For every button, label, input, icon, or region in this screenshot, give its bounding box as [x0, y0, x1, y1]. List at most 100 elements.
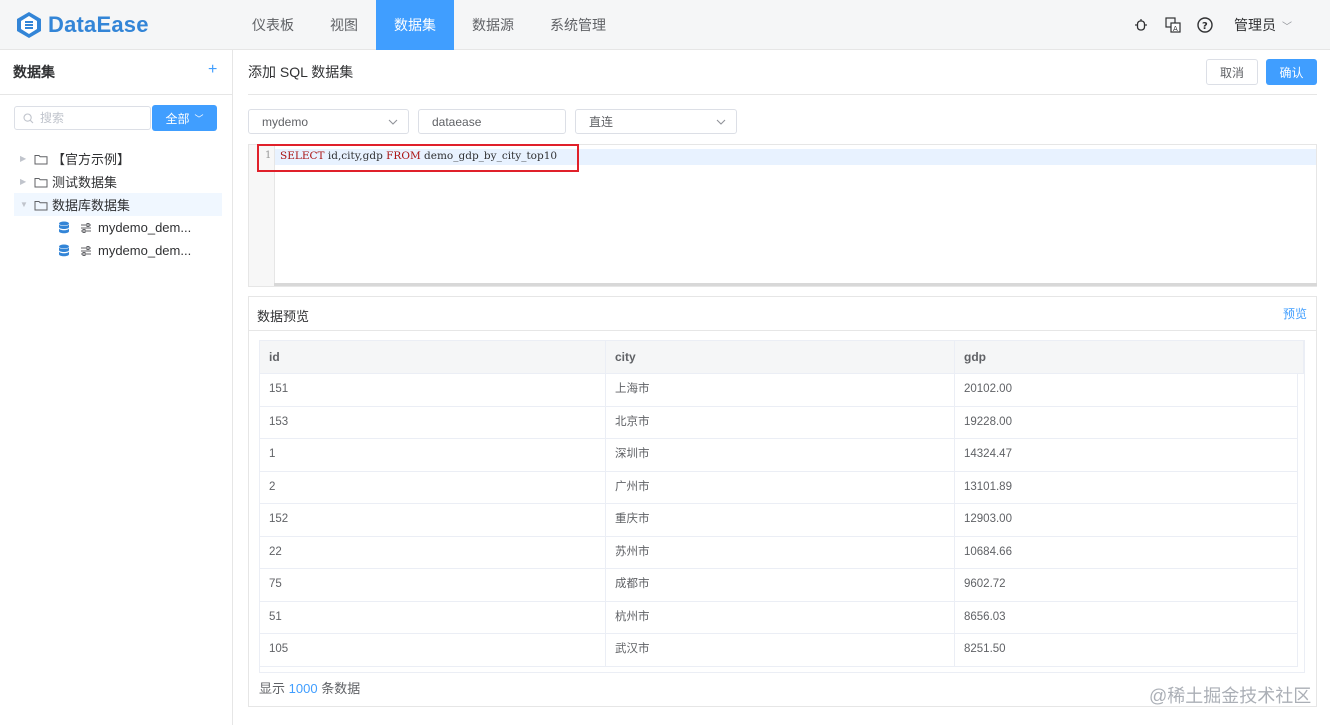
search-input[interactable] — [40, 111, 140, 125]
editor-resize-bar[interactable] — [274, 283, 1317, 286]
preview-button[interactable]: 预览 — [1283, 305, 1307, 322]
datasource-select[interactable]: mydemo — [248, 109, 409, 134]
table-cell: 1 — [260, 439, 606, 471]
add-icon[interactable]: + — [208, 61, 217, 79]
data-preview-panel: 数据预览 预览 id city gdp 151 上海市 20102.00 153 北京市 19… — [248, 296, 1317, 707]
sidebar: 数据集 + 全部 ﹀ ▶ 【官方示例】 ▶ 测试数据集 ▼ 数据库数据集 mydemo_de… — [0, 50, 233, 725]
database-icon — [59, 221, 69, 234]
search-icon — [23, 112, 34, 123]
table-row: 153 北京市 19228.00 — [260, 406, 1298, 439]
table-cell: 13101.89 — [955, 471, 1298, 504]
tree-folder[interactable]: ▶ 测试数据集 — [14, 170, 222, 193]
sidebar-title: 数据集 — [13, 64, 55, 80]
caret-down-icon[interactable]: ▼ — [20, 200, 34, 209]
tree-folder-label: 数据库数据集 — [52, 198, 131, 213]
divider — [249, 330, 1316, 331]
page-title: 添加 SQL 数据集 — [248, 64, 354, 80]
top-header: DataEase 仪表板 视图 数据集 数据源 系统管理 A ? 管理员 ﹀ — [0, 0, 1330, 50]
table-cell: 14324.47 — [955, 439, 1298, 471]
header-actions: A ? 管理员 ﹀ — [1132, 0, 1330, 50]
table-row: 1 深圳市 14324.47 — [260, 439, 1298, 472]
table-cell: 8251.50 — [955, 634, 1298, 666]
table-cell: 杭州市 — [606, 601, 955, 634]
tree-folder-label: 测试数据集 — [52, 175, 118, 190]
column-header[interactable]: gdp — [955, 341, 1304, 374]
tree-dataset[interactable]: mydemo_dem... — [14, 216, 222, 239]
table-cell: 深圳市 — [606, 439, 955, 471]
table-cell: 成都市 — [606, 569, 955, 601]
sql-icon — [81, 222, 91, 233]
table-cell: 22 — [260, 536, 606, 569]
cancel-button[interactable]: 取消 — [1206, 59, 1258, 85]
table-cell: 153 — [260, 406, 606, 439]
table-cell: 75 — [260, 569, 606, 601]
footer-prefix: 显示 — [259, 681, 286, 696]
column-header[interactable]: city — [606, 341, 955, 374]
search-box — [14, 106, 151, 130]
bug-icon[interactable] — [1132, 16, 1150, 34]
app-name: DataEase — [48, 12, 149, 37]
nav-item[interactable]: 数据集 — [376, 0, 454, 50]
nav-item[interactable]: 视图 — [312, 0, 376, 50]
table-cell: 51 — [260, 601, 606, 634]
table-cell: 上海市 — [606, 374, 955, 406]
table-cell: 重庆市 — [606, 504, 955, 536]
table-cell: 151 — [260, 374, 606, 406]
svg-text:A: A — [1173, 25, 1178, 33]
dataset-name-value: dataease — [432, 114, 482, 129]
table-cell: 苏州市 — [606, 536, 955, 569]
chevron-down-icon — [716, 119, 726, 125]
tree-dataset-label: mydemo_dem... — [98, 243, 192, 258]
folder-icon — [34, 200, 48, 210]
filter-label: 全部 — [165, 111, 190, 126]
translate-icon[interactable]: A — [1164, 16, 1182, 34]
tree-folder[interactable]: ▶ 【官方示例】 — [14, 147, 222, 170]
table-row: 22 苏州市 10684.66 — [260, 536, 1298, 569]
tree-dataset-label: mydemo_dem... — [98, 220, 192, 235]
tree-folder[interactable]: ▼ 数据库数据集 — [14, 193, 222, 216]
table-cell: 北京市 — [606, 406, 955, 439]
table-cell: 武汉市 — [606, 634, 955, 666]
user-name: 管理员 — [1234, 17, 1276, 33]
dataset-name-input[interactable]: dataease — [418, 109, 566, 134]
table-row: 75 成都市 9602.72 — [260, 569, 1298, 602]
table-cell: 9602.72 — [955, 569, 1298, 601]
table-row: 151 上海市 20102.00 — [260, 374, 1298, 407]
folder-icon — [34, 154, 48, 164]
nav-item[interactable]: 数据源 — [454, 0, 532, 50]
sql-icon — [81, 245, 91, 256]
table-header: id city gdp — [260, 341, 1304, 374]
caret-right-icon[interactable]: ▶ — [20, 154, 34, 163]
caret-right-icon[interactable]: ▶ — [20, 177, 34, 186]
table-cell: 2 — [260, 471, 606, 504]
folder-icon — [34, 177, 48, 187]
footer-suffix: 条数据 — [321, 681, 361, 696]
nav-item[interactable]: 系统管理 — [532, 0, 624, 50]
help-icon[interactable]: ? — [1196, 16, 1214, 34]
user-menu[interactable]: 管理员 ﹀ — [1234, 15, 1292, 35]
table-cell: 20102.00 — [955, 374, 1298, 406]
database-icon — [59, 244, 69, 257]
tree-dataset[interactable]: mydemo_dem... — [14, 239, 222, 262]
svg-text:?: ? — [1202, 21, 1208, 32]
table-cell: 10684.66 — [955, 536, 1298, 569]
column-header[interactable]: id — [260, 341, 606, 374]
table-cell: 152 — [260, 504, 606, 536]
filter-dropdown-button[interactable]: 全部 ﹀ — [152, 105, 217, 131]
nav-item[interactable]: 仪表板 — [234, 0, 312, 50]
chevron-down-icon — [388, 119, 398, 125]
chevron-down-icon: ﹀ — [1282, 21, 1292, 33]
mode-select[interactable]: 直连 — [575, 109, 737, 134]
datasource-value: mydemo — [262, 114, 309, 129]
confirm-button[interactable]: 确认 — [1266, 59, 1317, 85]
main-nav: 仪表板 视图 数据集 数据源 系统管理 — [234, 0, 624, 50]
logo[interactable]: DataEase — [16, 11, 149, 39]
table-cell: 8656.03 — [955, 601, 1298, 634]
table-row: 2 广州市 13101.89 — [260, 471, 1298, 504]
chevron-down-icon: ﹀ — [194, 113, 204, 124]
table-row: 105 武汉市 8251.50 — [260, 634, 1298, 667]
table-row: 51 杭州市 8656.03 — [260, 601, 1298, 634]
dataset-tree: ▶ 【官方示例】 ▶ 测试数据集 ▼ 数据库数据集 mydemo_dem... mydemo_… — [14, 147, 222, 262]
table-row: 152 重庆市 12903.00 — [260, 504, 1298, 537]
table-cell: 广州市 — [606, 471, 955, 504]
